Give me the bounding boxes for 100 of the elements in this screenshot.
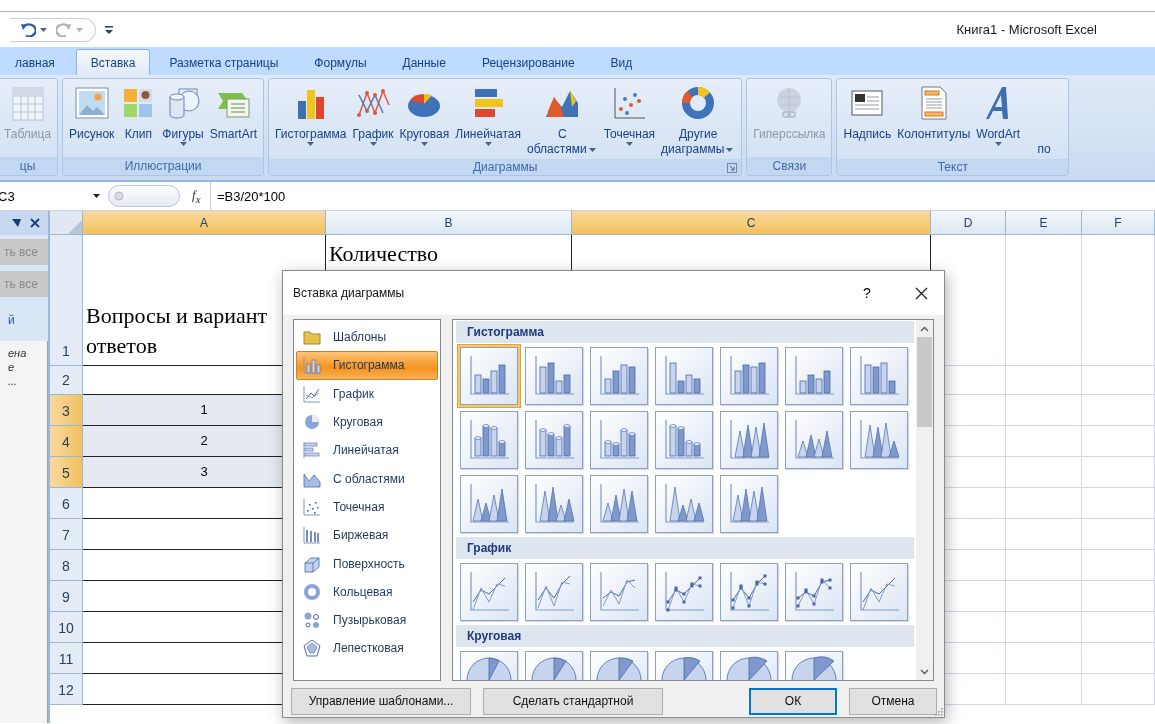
formula-field[interactable]: =B3/20*100 [210, 181, 1155, 211]
ribbon-button[interactable]: Точечная [601, 81, 658, 159]
ribbon-button[interactable]: Линейчатая [453, 81, 524, 159]
corner-triangle-icon [68, 220, 82, 234]
category-item[interactable]: Кольцевая [296, 577, 438, 606]
dialog-button[interactable]: Отмена [849, 687, 937, 715]
help-button[interactable]: ? [852, 284, 882, 302]
category-item[interactable]: Пузырьковая [296, 605, 438, 635]
chart-type-option[interactable] [850, 411, 908, 469]
chart-type-option[interactable] [720, 563, 778, 621]
ribbon-button[interactable]: Колонтитулы [895, 81, 973, 159]
resize-grip-icon[interactable] [933, 706, 943, 716]
chart-type-option[interactable] [785, 347, 843, 405]
group-label: Иллюстрации [124, 159, 202, 173]
row-header[interactable]: 12 [50, 674, 83, 705]
ribbon-button[interactable]: Круговая [397, 81, 452, 159]
ribbon-button[interactable]: С областями [525, 81, 600, 159]
category-item[interactable]: Биржевая [296, 521, 438, 550]
row-header[interactable]: 6 [50, 488, 83, 519]
ribbon-button[interactable]: Рисунок [67, 81, 117, 157]
chart-type-option[interactable] [525, 347, 583, 405]
row-header[interactable]: 8 [50, 550, 83, 581]
ribbon-button[interactable]: График [350, 81, 396, 159]
chart-type-option[interactable] [850, 347, 908, 405]
column-header[interactable]: C [572, 211, 931, 235]
chart-type-option[interactable] [720, 347, 778, 405]
ribbon-tab[interactable]: Вставка [75, 49, 151, 75]
pane-link[interactable]: й [0, 303, 48, 327]
chart-type-option[interactable] [720, 411, 778, 469]
column-header[interactable]: F [1082, 211, 1155, 235]
close-icon [914, 286, 928, 300]
chart-type-option[interactable] [460, 563, 518, 621]
ribbon-tab[interactable]: Разметка страницы [154, 49, 294, 75]
ribbon-button[interactable]: по [1024, 81, 1065, 159]
column-header[interactable]: B [326, 211, 572, 235]
chart-type-option[interactable] [525, 563, 583, 621]
column-header[interactable]: D [931, 211, 1006, 235]
dialog-button[interactable]: Управление шаблонами... [291, 687, 471, 715]
chart-type-option[interactable] [460, 475, 518, 533]
doughnut-chart-icon [680, 85, 717, 121]
category-item[interactable]: Точечная [296, 492, 438, 522]
chart-type-option[interactable] [525, 475, 583, 533]
pane-item[interactable]: ... [0, 375, 47, 387]
ribbon-tab[interactable]: Вид [595, 49, 648, 75]
column-header[interactable]: E [1006, 211, 1082, 235]
surface-chart-icon [303, 554, 321, 573]
ribbon-button[interactable]: SmartArt [207, 81, 260, 157]
pane-item[interactable]: ена [0, 347, 47, 359]
chart-type-option[interactable] [460, 347, 518, 405]
row-header[interactable]: 3 [50, 395, 83, 426]
column-header[interactable]: A [83, 211, 326, 235]
category-item[interactable]: Поверхность [296, 549, 438, 578]
chart-type-option[interactable] [720, 475, 778, 533]
chart-type-option[interactable] [590, 475, 648, 533]
ribbon-tab[interactable]: Формулы [299, 49, 382, 75]
ribbon-button[interactable]: Клип [118, 81, 159, 157]
chart-type-option[interactable] [785, 411, 843, 469]
customize-toolbar-icon[interactable] [104, 24, 114, 35]
chart-type-option[interactable] [590, 563, 648, 621]
ribbon-tab[interactable]: Данные [387, 49, 461, 75]
chart-type-option[interactable] [590, 411, 648, 469]
category-item[interactable]: Гистограмма [296, 351, 438, 380]
dropdown-icon[interactable] [12, 219, 21, 227]
row-header[interactable]: 7 [50, 519, 83, 550]
dialog-button[interactable]: Сделать стандартной [483, 687, 663, 715]
pane-item[interactable]: е [0, 361, 47, 373]
row-header[interactable]: 2 [50, 366, 83, 395]
row-header[interactable]: 9 [50, 581, 83, 612]
row-header[interactable]: 5 [50, 457, 83, 488]
row-header[interactable]: 11 [50, 643, 83, 674]
table-icon [9, 85, 46, 121]
scroll-thumb[interactable] [917, 337, 932, 427]
chart-type-option[interactable] [525, 411, 583, 469]
dialog-button[interactable]: ОК [749, 687, 837, 715]
scrollbar[interactable] [916, 320, 933, 680]
ribbon-button[interactable]: WordArt [974, 81, 1023, 159]
ribbon-button[interactable]: Надпись [841, 81, 894, 159]
close-icon[interactable] [30, 218, 40, 228]
chart-type-option[interactable] [590, 347, 648, 405]
ribbon-button[interactable]: Гистограмма [273, 81, 349, 159]
chart-type-option[interactable] [460, 411, 518, 469]
row-header[interactable]: 10 [50, 612, 83, 643]
ribbon-tab[interactable]: Рецензирование [466, 49, 590, 75]
dialog-launcher-icon[interactable] [727, 163, 738, 173]
chart-type-option[interactable] [655, 411, 713, 469]
ribbon-tab[interactable]: лавная [0, 49, 70, 75]
chart-type-option[interactable] [655, 475, 713, 533]
column-chart-icon [303, 356, 321, 375]
formula-bar-handle[interactable] [108, 185, 180, 207]
chart-type-option[interactable] [850, 563, 908, 621]
row-header[interactable]: 4 [50, 426, 83, 457]
insert-function-button[interactable]: f$_{x}$ [192, 187, 210, 205]
chart-type-option[interactable] [655, 563, 713, 621]
section-heading: График [456, 537, 914, 559]
category-item[interactable]: Лепестковая [296, 634, 438, 663]
chart-type-option[interactable] [655, 347, 713, 405]
row-header[interactable]: 1 [50, 235, 83, 366]
ribbon-button[interactable]: Другие диаграммы [659, 81, 738, 159]
ribbon-button[interactable]: Фигуры [160, 81, 206, 157]
chart-type-option[interactable] [785, 563, 843, 621]
